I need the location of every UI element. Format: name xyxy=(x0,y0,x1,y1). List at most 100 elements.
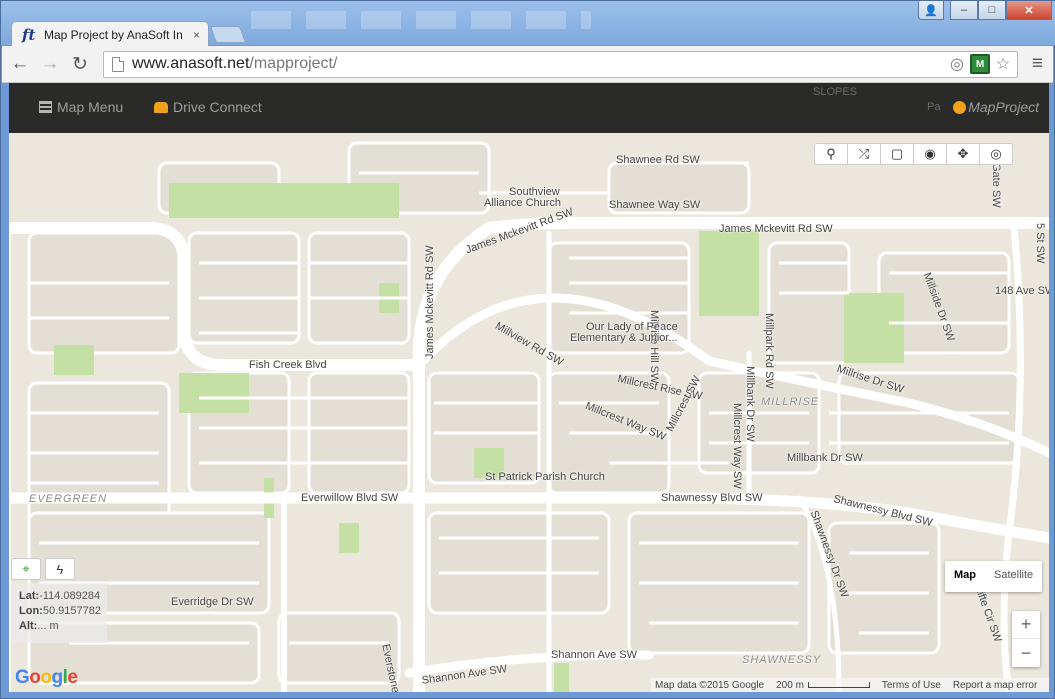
label-shawnessy-district: SHAWNESSY xyxy=(742,654,822,666)
label-millpark: Millpark Rd SW xyxy=(763,313,775,389)
drive-connect-label: Drive Connect xyxy=(173,99,262,115)
label-148-ave: 148 Ave SW xyxy=(995,285,1049,297)
zoom-out-button[interactable]: − xyxy=(1012,639,1040,667)
google-logo-letter: o xyxy=(29,667,41,688)
random-icon[interactable]: ⤮ xyxy=(847,143,881,165)
close-button[interactable]: ✕ xyxy=(1006,1,1052,20)
lon-label: Lon: xyxy=(19,605,43,617)
tab-close-icon[interactable]: × xyxy=(193,28,200,42)
browser-toolbar: ← → ↻ www.anasoft.net/mapproject/ ◎ M ☆ … xyxy=(2,46,1053,83)
user-icon[interactable]: 👤 xyxy=(918,1,944,20)
label-millbank-dr-vertical: Millbank Dr SW xyxy=(744,366,756,442)
label-mckevitt-top: James Mckevitt Rd SW xyxy=(719,223,833,235)
label-evergreen-district: EVERGREEN xyxy=(29,493,108,505)
map-menu-label: Map Menu xyxy=(57,99,124,115)
map-type-control: Map Satellite xyxy=(945,561,1043,592)
blurred-background-bookmarks xyxy=(251,11,591,29)
label-millcrest-way-vertical: Millcrest Way SW xyxy=(731,403,743,489)
url-host: www.anasoft.net xyxy=(132,55,250,72)
scale-indicator: 200 m xyxy=(776,680,870,691)
map-attribution: Map data ©2015 Google 200 m Terms of Use… xyxy=(651,678,1049,692)
stop-icon[interactable]: ▢ xyxy=(880,143,914,165)
bookmark-star-icon[interactable]: ☆ xyxy=(993,54,1013,74)
window-controls: 👤 ‒ □ ✕ xyxy=(918,1,1052,20)
tab-title: Map Project by AnaSoft In xyxy=(44,27,183,42)
map-menu-button[interactable]: Map Menu xyxy=(39,99,123,115)
browser-window: 👤 ‒ □ ✕ ft Map Project by AnaSoft In × ←… xyxy=(0,0,1055,699)
google-logo-letter: g xyxy=(51,667,64,688)
label-fish-creek: Fish Creek Blvd xyxy=(249,359,327,371)
zoom-in-button[interactable]: + xyxy=(1012,611,1040,639)
scale-bar xyxy=(807,681,870,688)
google-logo-letter: G xyxy=(15,667,30,688)
lat-label: Lat: xyxy=(19,590,40,602)
map-tool-group: ⚲ ⤮ ▢ ◉ ✥ ◎ xyxy=(814,143,1013,165)
label-shawnessy-blvd: Shawnessy Blvd SW xyxy=(661,492,763,504)
terms-of-use-link[interactable]: Terms of Use xyxy=(882,680,941,691)
back-button[interactable]: ← xyxy=(8,52,32,76)
record-icon[interactable]: ◉ xyxy=(913,143,947,165)
report-map-error-link[interactable]: Report a map error xyxy=(953,680,1037,691)
url-text: www.anasoft.net/mapproject/ xyxy=(132,55,337,73)
extension-shield-icon[interactable]: M xyxy=(970,54,990,74)
label-millrise-district: MILLRISE xyxy=(761,396,820,408)
label-southview-church-2: Alliance Church xyxy=(484,197,562,209)
bolt-icon[interactable]: ϟ xyxy=(45,558,75,580)
label-mckevitt-vertical: James Mckevitt Rd SW xyxy=(424,245,436,359)
app-navbar: Map Menu Drive Connect SLOPES Pa MapProj… xyxy=(9,83,1049,133)
scale-label: 200 m xyxy=(776,679,804,691)
drive-connect-button[interactable]: Drive Connect xyxy=(154,99,262,115)
label-5-st: 5 St SW xyxy=(1034,223,1046,264)
browser-tab[interactable]: ft Map Project by AnaSoft In × xyxy=(11,21,209,47)
map-type-map-button[interactable]: Map xyxy=(945,561,985,592)
google-logo-letter: o xyxy=(40,667,52,688)
brand-label: MapProject xyxy=(968,99,1039,115)
browser-menu-icon[interactable]: ≡ xyxy=(1032,53,1043,75)
location-controls: ⌖ ϟ xyxy=(11,558,75,580)
page-icon xyxy=(112,57,124,72)
minimize-button[interactable]: ‒ xyxy=(950,1,978,20)
map-marker-icon[interactable]: ⚲ xyxy=(814,143,848,165)
map-type-satellite-button[interactable]: Satellite xyxy=(985,561,1042,592)
coordinates-panel: Lat:-114.089284 Lon:50.9157782 Alt:... m xyxy=(11,583,107,643)
map-page: Shawnee Rd SW Southview Alliance Church … xyxy=(9,83,1049,692)
address-bar[interactable]: www.anasoft.net/mapproject/ ◎ M ☆ xyxy=(103,51,1018,78)
label-shannon-ave-2: Shannon Ave SW xyxy=(551,649,638,661)
alt-row: Alt:... m xyxy=(19,619,99,634)
label-everwillow: Everwillow Blvd SW xyxy=(301,492,399,504)
list-icon xyxy=(39,101,52,113)
favicon-icon: ft xyxy=(22,25,36,44)
lat-row: Lat:-114.089284 xyxy=(19,589,101,604)
label-pa: Pa xyxy=(927,101,941,113)
zoom-control: + − xyxy=(1012,611,1040,667)
brand-link[interactable]: MapProject xyxy=(953,99,1039,115)
lifebuoy-icon[interactable]: ◎ xyxy=(979,143,1013,165)
google-logo-letter: e xyxy=(67,667,78,688)
alt-value: ... m xyxy=(37,620,59,632)
location-tracking-icon[interactable]: ◎ xyxy=(947,54,967,74)
lon-value: 50.9157782 xyxy=(42,605,101,617)
label-shawnee-way: Shawnee Way SW xyxy=(609,199,701,211)
move-icon[interactable]: ✥ xyxy=(946,143,980,165)
new-tab-button[interactable] xyxy=(209,26,247,43)
label-millbank-dr: Millbank Dr SW xyxy=(787,452,863,464)
label-everridge: Everridge Dr SW xyxy=(171,596,254,608)
reload-button[interactable]: ↻ xyxy=(68,52,92,76)
label-st-patrick: St Patrick Parish Church xyxy=(485,471,605,483)
google-logo[interactable]: Google xyxy=(15,667,78,689)
label-slopes: SLOPES xyxy=(813,86,858,98)
brand-logo-icon xyxy=(953,100,967,114)
gps-crosshair-icon[interactable]: ⌖ xyxy=(11,558,41,580)
url-path: /mapproject/ xyxy=(249,55,338,72)
alt-label: Alt: xyxy=(19,620,38,632)
omnibox-icons: ◎ M ☆ xyxy=(947,54,1013,74)
lat-value: -114.089284 xyxy=(39,590,101,602)
maximize-button[interactable]: □ xyxy=(978,1,1006,20)
lon-row: Lon:50.9157782 xyxy=(19,604,101,619)
label-shawnee-rd: Shawnee Rd SW xyxy=(616,154,700,166)
label-our-lady-2: Elementary & Junior... xyxy=(570,332,678,344)
car-icon xyxy=(154,101,168,113)
forward-button[interactable]: → xyxy=(38,52,62,76)
map-data-text: Map data ©2015 Google xyxy=(655,679,765,691)
label-gate: Gate SW xyxy=(990,163,1002,208)
